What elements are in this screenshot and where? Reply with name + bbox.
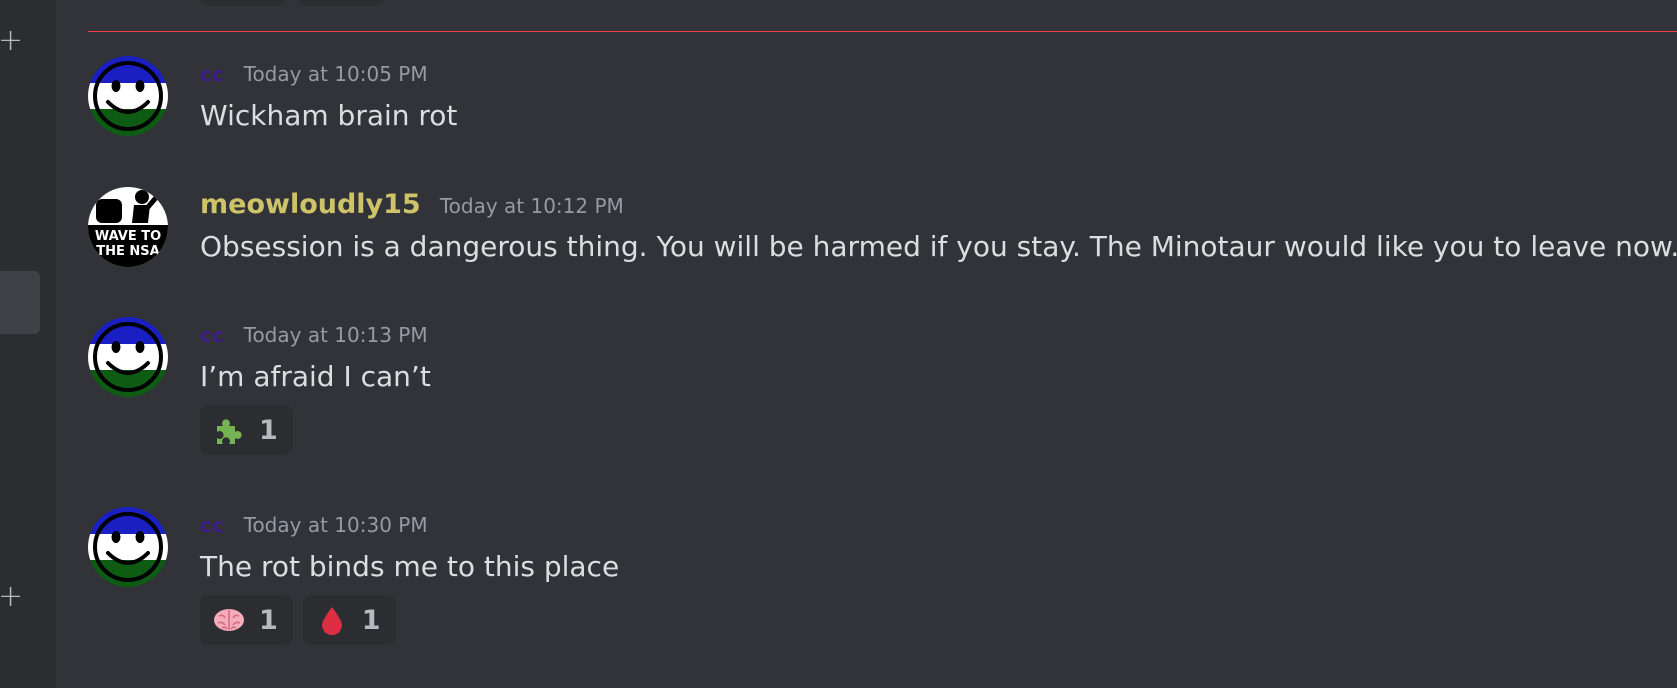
wave-to-the-nsa-avatar-icon: WAVE TO THE NSA	[88, 187, 168, 267]
avatar[interactable]	[88, 56, 168, 136]
message-header: cc Today at 10:05 PM	[200, 62, 428, 86]
author-name[interactable]: meowloudly15	[200, 189, 421, 220]
reaction-count: 1	[361, 604, 381, 636]
author-name[interactable]: cc	[200, 325, 225, 347]
timestamp: Today at 10:05 PM	[243, 62, 428, 86]
message-header: cc Today at 10:30 PM	[200, 513, 428, 537]
puzzle-piece-icon	[217, 419, 242, 444]
message-header: cc Today at 10:13 PM	[200, 323, 428, 347]
smiley-avatar-icon	[88, 317, 168, 397]
reaction-button[interactable]: 1	[302, 595, 396, 645]
avatar-text: THE NSA	[96, 244, 159, 259]
author-name[interactable]: cc	[200, 64, 225, 86]
reaction-count: 1	[259, 604, 278, 636]
previous-reaction-stub[interactable]	[298, 0, 384, 6]
drop-of-blood-icon	[321, 607, 342, 635]
timestamp: Today at 10:13 PM	[243, 323, 428, 347]
avatar[interactable]	[88, 507, 168, 587]
chat-view: + + cc Today at 10:05 PM Wickham brain r…	[0, 0, 1677, 688]
message-content: Obsession is a dangerous thing. You will…	[200, 230, 1677, 263]
timestamp: Today at 10:12 PM	[439, 194, 624, 218]
selected-channel-highlight[interactable]	[0, 271, 40, 334]
timestamp: Today at 10:30 PM	[243, 513, 428, 537]
reaction-count: 1	[259, 414, 278, 446]
message-content: The rot binds me to this place	[200, 550, 620, 583]
new-messages-divider	[88, 31, 1677, 32]
message-content: I’m afraid I can’t	[200, 360, 431, 393]
avatar[interactable]: WAVE TO THE NSA	[88, 187, 168, 267]
add-icon[interactable]: +	[0, 26, 23, 56]
avatar[interactable]	[88, 317, 168, 397]
message-content: Wickham brain rot	[200, 99, 458, 132]
previous-reaction-stub[interactable]	[200, 0, 286, 6]
smiley-avatar-icon	[88, 507, 168, 587]
author-name[interactable]: cc	[200, 515, 225, 537]
brain-icon	[214, 609, 244, 631]
reaction-button[interactable]: 1	[200, 405, 293, 455]
reaction-button[interactable]: 1	[200, 595, 293, 645]
smiley-avatar-icon	[88, 56, 168, 136]
reactions: 1	[200, 405, 293, 455]
message-header: meowloudly15 Today at 10:12 PM	[200, 189, 624, 220]
add-icon[interactable]: +	[0, 582, 23, 612]
reactions: 1 1	[200, 595, 396, 645]
left-sidebar: + +	[0, 0, 56, 688]
avatar-text: WAVE TO	[95, 229, 161, 244]
